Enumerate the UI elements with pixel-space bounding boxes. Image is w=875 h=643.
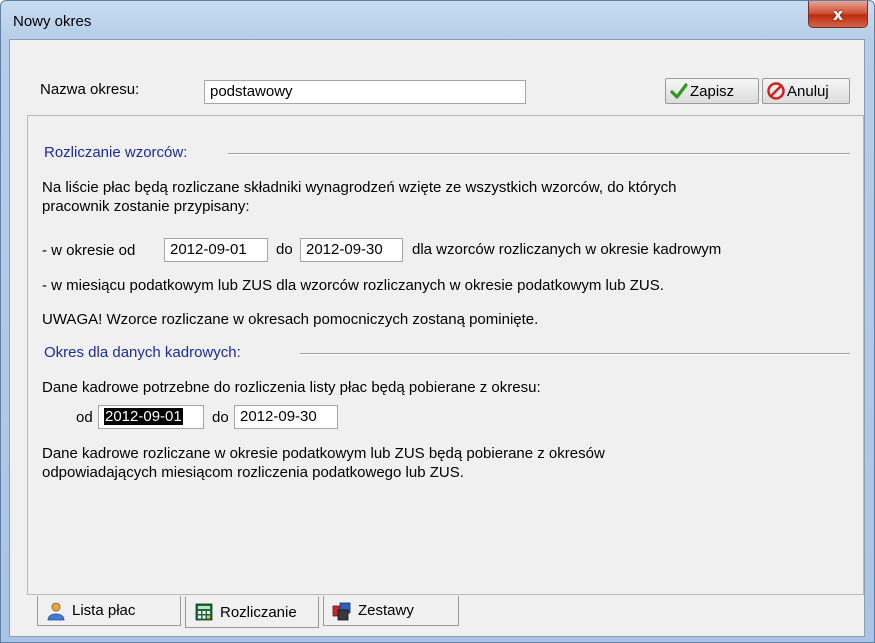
hr-note-line-2: odpowiadających miesiącom rozliczenia po…	[42, 464, 464, 481]
close-icon: x	[832, 4, 844, 24]
hr-note-line-1: Dane kadrowe rozliczane w okresie podatk…	[42, 445, 605, 462]
save-button-label: Zapisz	[690, 82, 735, 100]
tab-lista-plac[interactable]: Lista płac	[37, 596, 181, 626]
close-button[interactable]: x	[808, 1, 868, 28]
tab-content-panel: Rozliczanie wzorców: Na liście płac będą…	[27, 115, 864, 595]
dialog-window: Nowy okres x Nazwa okresu: podstawowy Za…	[0, 0, 875, 643]
window-title: Nowy okres	[13, 13, 92, 30]
tab-label: Rozliczanie	[220, 603, 297, 621]
settlement-from-date-input[interactable]: 2012-09-01	[164, 238, 268, 262]
period-name-label: Nazwa okresu:	[40, 81, 140, 98]
warning-text: UWAGA! Wzorce rozliczane w okresach pomo…	[42, 311, 539, 328]
title-bar[interactable]: Nowy okres x	[1, 1, 874, 39]
settlement-intro-line-1: Na liście płac będą rozliczane składniki…	[42, 179, 677, 196]
selected-text: 2012-09-01	[104, 408, 183, 425]
hr-data-section-title: Okres dla danych kadrowych:	[44, 344, 241, 361]
cancel-icon	[767, 82, 785, 100]
hr-data-description: Dane kadrowe potrzebne do rozliczenia li…	[42, 379, 541, 396]
checkmark-icon	[670, 82, 688, 100]
cancel-button-label: Anuluj	[787, 82, 829, 100]
tax-period-line: - w miesiącu podatkowym lub ZUS dla wzor…	[42, 277, 664, 294]
period-from-prefix: - w okresie od	[42, 242, 136, 259]
tab-label: Zestawy	[358, 602, 414, 619]
hr-from-label: od	[76, 409, 93, 426]
settlement-to-date-input[interactable]: 2012-09-30	[300, 238, 403, 262]
sets-icon	[332, 601, 352, 621]
period-from-suffix: dla wzorców rozliczanych w okresie kadro…	[412, 241, 722, 258]
hr-to-date-input[interactable]: 2012-09-30	[234, 405, 338, 429]
settlement-section-title: Rozliczanie wzorców:	[44, 144, 188, 161]
person-icon	[46, 601, 66, 621]
hr-from-date-input[interactable]: 2012-09-01	[98, 405, 204, 429]
section-divider	[300, 353, 850, 355]
section-divider	[228, 153, 850, 155]
save-button[interactable]: Zapisz	[665, 78, 759, 104]
period-name-input[interactable]: podstawowy	[204, 80, 526, 104]
tab-rozliczanie[interactable]: Rozliczanie	[185, 596, 319, 628]
settlement-to-label: do	[276, 241, 293, 258]
tab-label: Lista płac	[72, 602, 136, 619]
tab-zestawy[interactable]: Zestawy	[323, 596, 459, 626]
hr-to-label: do	[212, 409, 229, 426]
settlement-intro-line-2: pracownik zostanie przypisany:	[42, 198, 250, 215]
cancel-button[interactable]: Anuluj	[762, 78, 850, 104]
calculator-icon	[194, 602, 214, 622]
